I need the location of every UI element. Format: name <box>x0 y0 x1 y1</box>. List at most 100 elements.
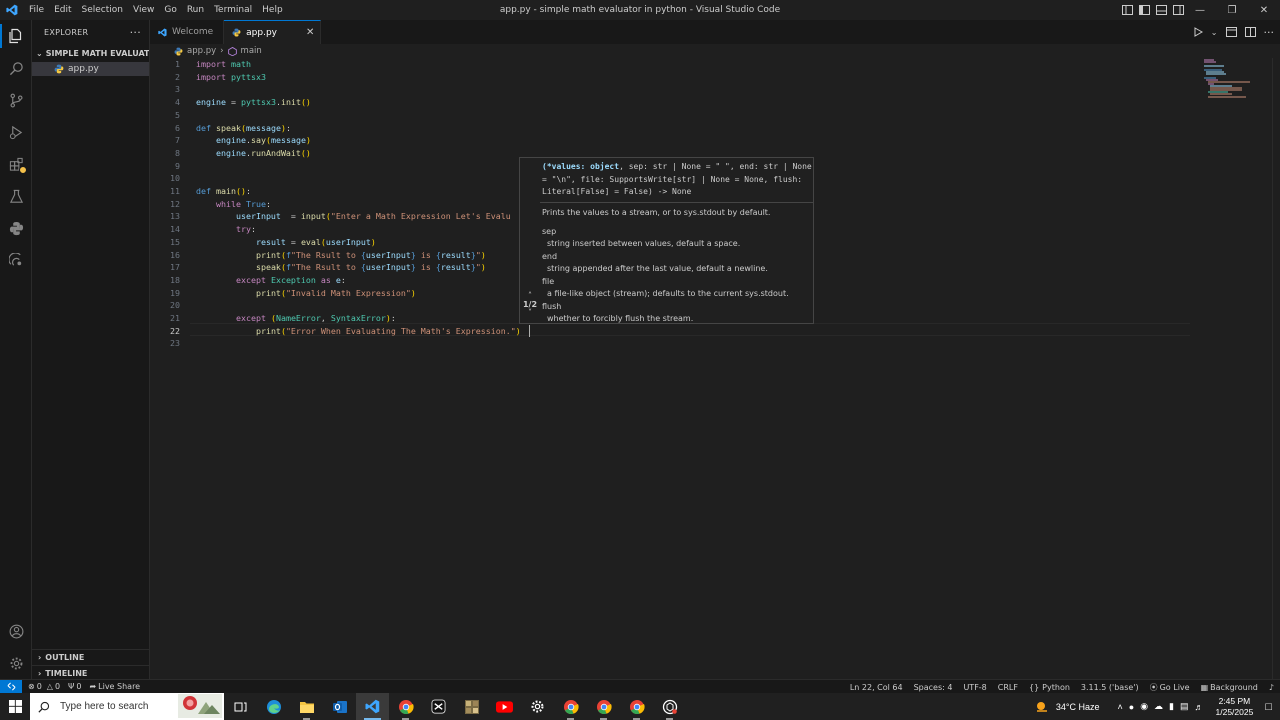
code-line[interactable]: 22 print("Error When Evaluating The Math… <box>150 325 1190 338</box>
toggle-primary-sidebar-icon[interactable] <box>1139 5 1150 15</box>
code-text: userInput = input("Enter a Math Expressi… <box>235 211 511 222</box>
chrome-profile-icon[interactable] <box>620 693 653 720</box>
more-editor-actions-icon[interactable]: ··· <box>1264 26 1275 39</box>
weather-icon[interactable] <box>1034 700 1050 714</box>
more-actions-icon[interactable]: ··· <box>130 26 141 39</box>
menu-run[interactable]: Run <box>182 5 209 15</box>
ports-count: 0 <box>76 682 82 691</box>
chatgpt-icon[interactable] <box>653 693 686 720</box>
menu-edit[interactable]: Edit <box>49 5 76 15</box>
problems-indicator[interactable]: ⊗ 0 △ 0 <box>28 682 60 691</box>
run-dropdown-icon[interactable]: ⌄ <box>1211 28 1218 37</box>
tab-app-py[interactable]: app.py ✕ <box>224 20 322 44</box>
language-mode[interactable]: {} Python <box>1029 683 1070 692</box>
end-of-line[interactable]: CRLF <box>998 683 1018 692</box>
next-signature-icon[interactable]: ˅ <box>520 309 540 317</box>
photo-app-icon[interactable] <box>455 693 488 720</box>
search-placeholder: Type here to search <box>60 701 149 712</box>
taskbar-search-box[interactable]: Type here to search <box>30 693 224 720</box>
background-indicator[interactable]: ▦ Background <box>1201 683 1258 692</box>
vertical-scrollbar[interactable] <box>1272 58 1280 679</box>
breadcrumb-file[interactable]: app.py <box>187 46 216 56</box>
encoding[interactable]: UTF-8 <box>963 683 986 692</box>
workspace-folder[interactable]: ⌄ SIMPLE MATH EVALUATOR I... <box>32 44 149 62</box>
menu-view[interactable]: View <box>128 5 159 15</box>
ports-icon: Ψ <box>68 682 75 691</box>
microphone-icon[interactable]: ▮ <box>1169 701 1174 712</box>
vscode-taskbar-icon[interactable] <box>356 693 389 720</box>
go-live-button[interactable]: ⦿ Go Live <box>1150 682 1190 693</box>
code-text: print("Error When Evaluating The Math's … <box>255 325 521 336</box>
indentation[interactable]: Spaces: 4 <box>914 683 953 692</box>
cursor-position[interactable]: Ln 22, Col 64 <box>850 683 903 692</box>
remote-indicator[interactable] <box>0 679 22 694</box>
remote-explorer-icon[interactable] <box>0 244 32 276</box>
minimap[interactable] <box>1202 58 1272 98</box>
run-and-debug-icon[interactable] <box>0 116 32 148</box>
task-view-icon[interactable] <box>224 693 257 720</box>
file-item-app-py[interactable]: app.py <box>32 62 149 76</box>
toggle-panel-icon[interactable] <box>1156 5 1167 15</box>
menu-go[interactable]: Go <box>159 5 181 15</box>
run-python-file-icon[interactable] <box>1193 27 1203 37</box>
split-editor-icon[interactable] <box>1244 27 1256 37</box>
layout-customize-icon[interactable] <box>1122 5 1133 15</box>
code-line[interactable]: 3 <box>150 83 1190 96</box>
accounts-icon[interactable] <box>0 615 32 647</box>
close-window-button[interactable]: ✕ <box>1248 0 1280 20</box>
chrome-profile-icon[interactable] <box>554 693 587 720</box>
restore-button[interactable]: ❐ <box>1216 0 1248 20</box>
chrome-profile-icon[interactable] <box>587 693 620 720</box>
tab-welcome[interactable]: Welcome <box>150 20 225 44</box>
toggle-secondary-sidebar-icon[interactable] <box>1173 5 1184 15</box>
ports-indicator[interactable]: Ψ 0 <box>68 682 81 691</box>
code-line[interactable]: 5 <box>150 109 1190 122</box>
menu-terminal[interactable]: Terminal <box>209 5 257 15</box>
code-line[interactable]: 4 engine = pyttsx3.init() <box>150 96 1190 109</box>
volume-icon[interactable]: ♬ <box>1195 702 1204 712</box>
vscode-logo-icon[interactable] <box>0 0 24 20</box>
settings-gear-icon[interactable] <box>521 693 554 720</box>
notifications-bell-icon[interactable]: ♪ <box>1269 683 1274 692</box>
weather-text[interactable]: 34°C Haze <box>1056 702 1100 712</box>
python-interpreter[interactable]: 3.11.5 ('base') <box>1081 683 1139 692</box>
code-editor[interactable]: 1 import math 2 import pyttsx3 3 4 engine = py… <box>150 58 1280 679</box>
start-button[interactable] <box>0 693 30 720</box>
code-line[interactable]: 1 import math <box>150 58 1190 71</box>
menu-help[interactable]: Help <box>257 5 288 15</box>
python-icon[interactable] <box>0 212 32 244</box>
menu-file[interactable]: File <box>24 5 49 15</box>
code-line[interactable]: 23 <box>150 337 1190 350</box>
search-icon[interactable] <box>0 52 32 84</box>
code-line[interactable]: 2 import pyttsx3 <box>150 71 1190 84</box>
outlook-icon[interactable] <box>323 693 356 720</box>
youtube-icon[interactable] <box>488 693 521 720</box>
code-line[interactable]: 7 engine.say(message) <box>150 134 1190 147</box>
code-line[interactable]: 6 def speak(message): <box>150 122 1190 135</box>
onedrive-icon[interactable]: ☁ <box>1154 701 1163 712</box>
testing-icon[interactable] <box>0 180 32 212</box>
close-tab-icon[interactable]: ✕ <box>306 27 314 38</box>
edge-browser-icon[interactable] <box>257 693 290 720</box>
outline-section[interactable]: › OUTLINE <box>32 649 150 665</box>
previous-signature-icon[interactable]: ˄ <box>520 292 540 300</box>
open-changes-icon[interactable] <box>1225 27 1237 37</box>
network-icon[interactable]: ● <box>1129 702 1134 712</box>
explorer-icon[interactable] <box>0 20 32 52</box>
minimize-button[interactable]: — <box>1184 0 1216 20</box>
line-number: 2 <box>175 71 180 82</box>
notification-center-icon[interactable]: □ <box>1265 701 1272 713</box>
breadcrumb-symbol[interactable]: main <box>241 46 262 56</box>
clock[interactable]: 2:45 PM 1/25/2025 <box>1216 696 1254 718</box>
capcut-icon[interactable] <box>422 693 455 720</box>
live-share-button[interactable]: ➦ Live Share <box>89 682 140 691</box>
manage-gear-icon[interactable] <box>0 647 32 679</box>
menu-selection[interactable]: Selection <box>77 5 128 15</box>
file-explorer-icon[interactable] <box>290 693 323 720</box>
meet-now-icon[interactable]: ◉ <box>1140 701 1148 712</box>
wifi-icon[interactable]: ▤ <box>1180 701 1189 712</box>
source-control-icon[interactable] <box>0 84 32 116</box>
extensions-icon[interactable] <box>0 148 32 180</box>
chrome-icon[interactable] <box>389 693 422 720</box>
show-hidden-icons-icon[interactable]: ˄ <box>1117 702 1122 712</box>
